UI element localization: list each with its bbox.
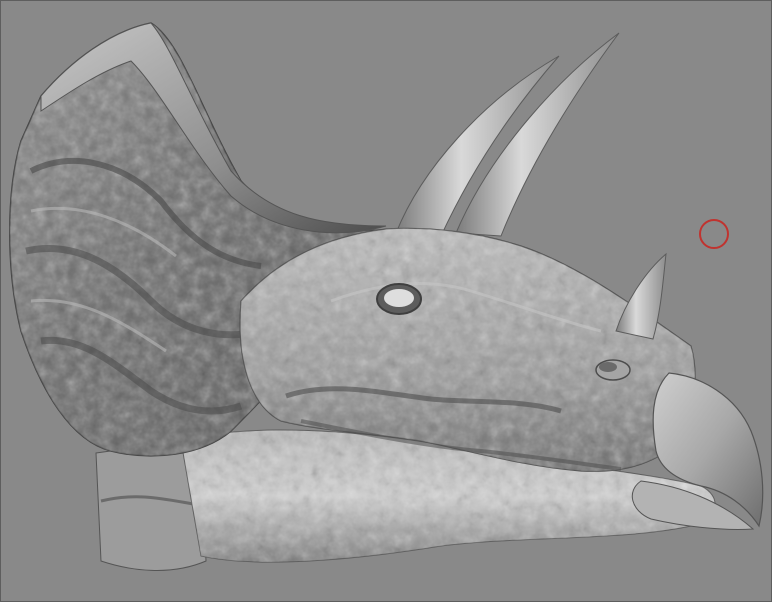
brush-cursor-icon: [699, 219, 729, 249]
sculpt-viewport[interactable]: [0, 0, 772, 602]
triceratops-sculpt-model: [9, 22, 764, 571]
